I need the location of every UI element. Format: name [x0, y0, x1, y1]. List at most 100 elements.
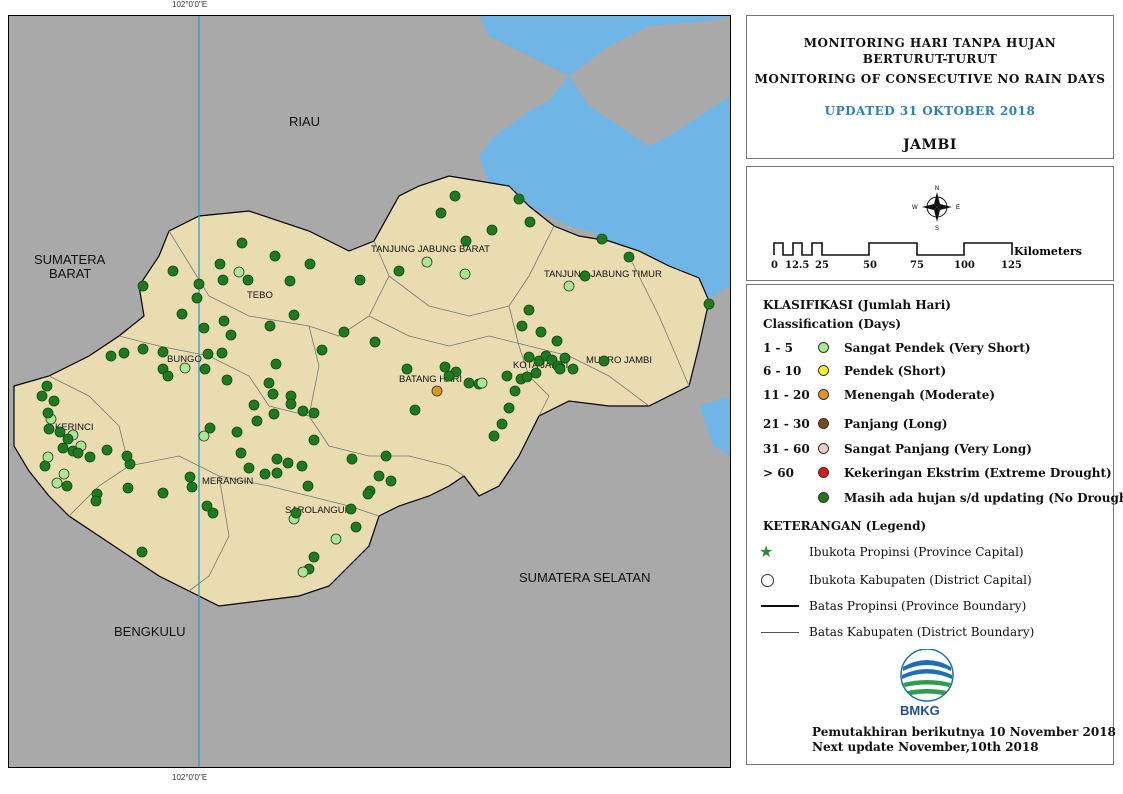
scale-tick-5: 100 — [954, 260, 975, 271]
station-point-no-drought — [268, 408, 280, 420]
station-point-no-drought — [308, 434, 320, 446]
station-point-no-drought — [41, 380, 53, 392]
meridian-label-top: 102°0'0"E — [172, 0, 208, 9]
station-point-no-drought — [136, 546, 148, 558]
station-point-no-drought — [157, 487, 169, 499]
station-point-no-drought — [524, 216, 536, 228]
station-point-no-drought — [304, 258, 316, 270]
station-point-no-drought — [530, 367, 542, 379]
station-point-no-drought — [516, 320, 528, 332]
province-capital-star-icon: ★ — [759, 542, 774, 561]
compass-rose-icon: N S E W — [912, 186, 960, 232]
station-point-no-drought — [48, 395, 60, 407]
station-point-no-drought — [264, 320, 276, 332]
station-point-very-short — [233, 266, 245, 278]
scale-tick-0: 0 — [771, 260, 778, 271]
compass-n: N — [935, 186, 939, 192]
station-point-no-drought — [567, 363, 579, 375]
station-point-no-drought — [201, 500, 213, 512]
station-point-no-drought — [703, 298, 715, 310]
district-capital-circle-icon — [761, 574, 774, 587]
label-sumsel: SUMATERA SELATAN — [519, 570, 650, 585]
station-point-no-drought — [409, 404, 421, 416]
station-point-no-drought — [198, 322, 210, 334]
label-sumbar-2: BARAT — [49, 266, 91, 281]
station-point-no-drought — [218, 315, 230, 327]
class-range-1: 1 - 5 — [763, 341, 794, 355]
station-point-moderate — [431, 385, 443, 397]
station-point-no-drought — [503, 402, 515, 414]
station-point-no-drought — [523, 351, 535, 363]
station-point-no-drought — [118, 347, 130, 359]
station-point-very-short — [421, 256, 433, 268]
station-point-very-short — [51, 477, 63, 489]
compass-w: W — [912, 205, 918, 211]
scale-tick-4: 75 — [910, 260, 924, 271]
class-label-3: Menengah (Moderate) — [844, 388, 996, 402]
class-label-5: Sangat Panjang (Very Long) — [844, 442, 1032, 456]
station-point-no-drought — [90, 495, 102, 507]
next-update-en: Next update November,10th 2018 — [812, 740, 1039, 754]
station-point-very-short — [58, 468, 70, 480]
station-point-no-drought — [623, 251, 635, 263]
station-point-no-drought — [72, 447, 84, 459]
station-point-no-drought — [308, 407, 320, 419]
title-panel: MONITORING HARI TANPA HUJAN BERTURUT-TUR… — [746, 15, 1114, 159]
class-label-7: Masih ada hujan s/d updating (No Drought… — [844, 491, 1123, 505]
compass-s: S — [935, 226, 939, 232]
station-point-no-drought — [137, 343, 149, 355]
station-point-no-drought — [84, 451, 96, 463]
station-point-no-drought — [42, 407, 54, 419]
station-point-no-drought — [316, 344, 328, 356]
legend-prov-boundary: Batas Propinsi (Province Boundary) — [809, 599, 1027, 613]
station-point-no-drought — [579, 270, 591, 282]
station-point-no-drought — [186, 481, 198, 493]
district-boundary-line — [761, 632, 799, 633]
station-point-no-drought — [191, 292, 203, 304]
station-point-very-short — [476, 377, 488, 389]
station-point-no-drought — [105, 350, 117, 362]
station-point-no-drought — [271, 467, 283, 479]
class-range-5: 31 - 60 — [763, 442, 810, 456]
station-point-no-drought — [162, 370, 174, 382]
station-point-no-drought — [290, 507, 302, 519]
station-point-very-short — [459, 268, 471, 280]
station-point-very-short — [297, 566, 309, 578]
station-point-no-drought — [216, 347, 228, 359]
label-sumbar-1: SUMATERA — [34, 252, 106, 267]
station-point-no-drought — [486, 224, 498, 236]
keterangan-heading: KETERANGAN (Legend) — [763, 519, 927, 533]
class-label-6: Kekeringan Ekstrim (Extreme Drought) — [844, 466, 1112, 480]
station-point-no-drought — [521, 371, 533, 383]
station-point-no-drought — [523, 304, 535, 316]
station-point-no-drought — [176, 308, 188, 320]
label-tjt: TANJUNG JABUNG TIMUR — [544, 269, 662, 280]
class-symbol-very-short — [818, 342, 829, 353]
station-point-no-drought — [513, 193, 525, 205]
station-point-no-drought — [184, 471, 196, 483]
class-label-4: Panjang (Long) — [844, 417, 948, 431]
station-point-no-drought — [61, 480, 73, 492]
scale-tick-2: 25 — [815, 260, 829, 271]
station-point-no-drought — [554, 363, 566, 375]
title-line-3: MONITORING OF CONSECUTIVE NO RAIN DAYS — [754, 72, 1106, 86]
class-symbol-extreme — [818, 467, 829, 478]
station-point-no-drought — [259, 468, 271, 480]
map-frame[interactable]: RIAU SUMATERA BARAT SUMATERA SELATAN BEN… — [8, 15, 731, 768]
station-point-no-drought — [535, 326, 547, 338]
station-point-no-drought — [488, 430, 500, 442]
class-range-4: 21 - 30 — [763, 417, 810, 431]
legend-capital: Ibukota Propinsi (Province Capital) — [809, 545, 1024, 559]
station-point-no-drought — [362, 488, 374, 500]
station-point-no-drought — [57, 442, 69, 454]
station-point-no-drought — [501, 370, 513, 382]
station-point-no-drought — [354, 274, 366, 286]
legend-panel: KLASIFIKASI (Jumlah Hari) Classification… — [746, 284, 1123, 765]
map-canvas[interactable]: RIAU SUMATERA BARAT SUMATERA SELATAN BEN… — [9, 16, 730, 767]
station-point-no-drought — [137, 280, 149, 292]
station-point-no-drought — [460, 235, 472, 247]
station-point-no-drought — [101, 444, 113, 456]
label-muaro-jambi: MUARO JAMBI — [586, 355, 652, 366]
station-point-no-drought — [346, 453, 358, 465]
station-point-no-drought — [373, 470, 385, 482]
